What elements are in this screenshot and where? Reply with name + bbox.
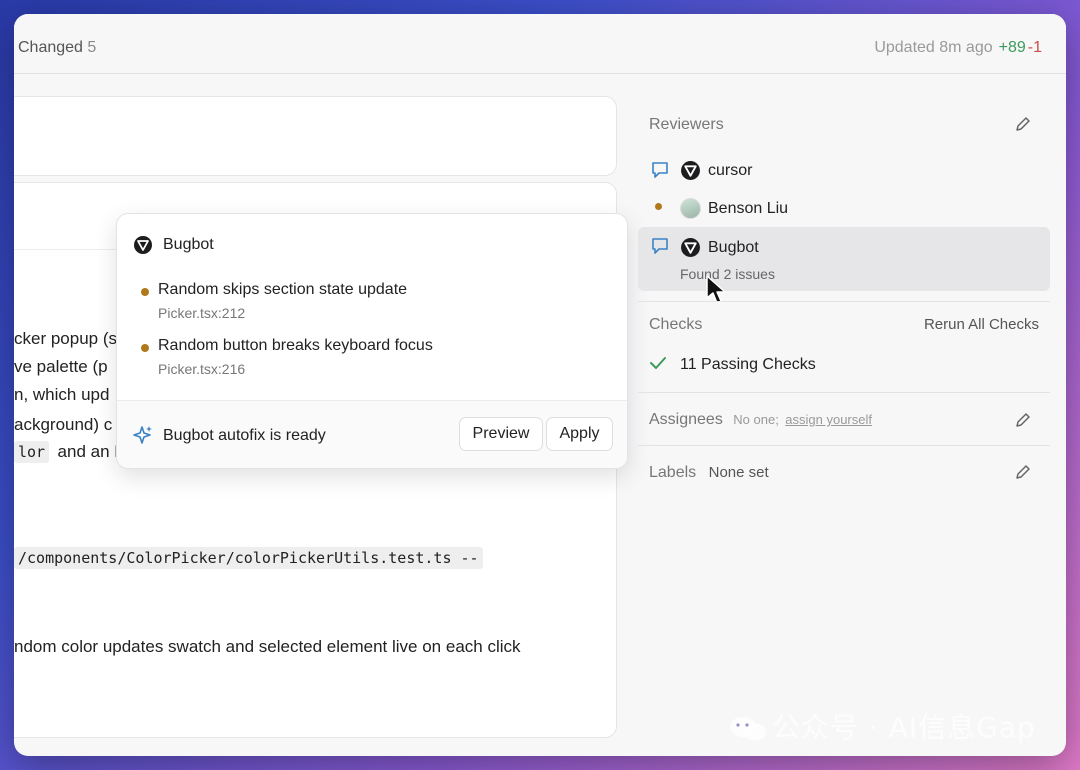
reviewer-row-bugbot[interactable]: Bugbot Found 2 issues <box>638 227 1050 304</box>
reviewers-heading: Reviewers <box>649 116 724 133</box>
checks-status[interactable]: 11 Passing Checks <box>638 346 1050 382</box>
changed-count: 5 <box>87 39 97 56</box>
bugbot-avatar-icon <box>680 237 701 263</box>
app-window: Changed 5 Updated 8m ago +89 -1 cker popup… <box>14 14 1066 756</box>
divider <box>638 445 1050 446</box>
sparkle-icon <box>132 424 154 451</box>
issue-item[interactable]: Random button breaks keyboard focus Pick… <box>141 337 541 381</box>
content-line-2: ve palette (p <box>14 357 108 376</box>
autofix-text: Bugbot autofix is ready <box>163 427 326 444</box>
content-line-1: cker popup (s <box>14 329 117 348</box>
changed-tab[interactable]: Changed 5 <box>18 39 96 57</box>
changed-label: Changed <box>18 39 83 56</box>
update-status: Updated 8m ago +89 -1 <box>874 39 1042 57</box>
assignees-heading: Assignees <box>649 411 723 428</box>
cursor-avatar-icon <box>680 160 701 186</box>
wechat-icon <box>730 717 766 741</box>
pending-dot-icon <box>655 203 662 210</box>
labels-heading: Labels <box>649 464 697 481</box>
passing-checks: 11 Passing Checks <box>680 356 816 373</box>
description-card <box>14 96 617 176</box>
reviewer-status: Found 2 issues <box>680 266 775 282</box>
popup-footer: Bugbot autofix is ready Preview Apply <box>117 400 627 468</box>
divider <box>638 392 1050 393</box>
reviewer-row[interactable]: cursor <box>638 150 1050 190</box>
deletions-count: -1 <box>1027 39 1042 56</box>
rerun-checks-button[interactable]: Rerun All Checks <box>924 316 1039 333</box>
edit-labels-icon[interactable] <box>1014 463 1032 481</box>
edit-assignees-icon[interactable] <box>1014 411 1032 429</box>
reviewer-name: cursor <box>708 162 753 179</box>
preview-button[interactable]: Preview <box>459 417 543 451</box>
issue-file: Picker.tsx:216 <box>158 361 246 377</box>
test-command: /components/ColorPicker/colorPickerUtils… <box>14 547 483 569</box>
assignees-none: No one; <box>733 412 779 427</box>
issue-title: Random button breaks keyboard focus <box>158 337 433 354</box>
inline-code: lor <box>14 441 50 463</box>
assign-yourself-link[interactable]: assign yourself <box>785 412 872 427</box>
updated-text: Updated 8m ago <box>874 39 993 56</box>
comment-icon <box>650 160 670 185</box>
watermark-text: 公众号 · AI信息Gap <box>772 711 1036 744</box>
check-icon <box>649 356 667 375</box>
popup-title: Bugbot <box>163 236 214 253</box>
mouse-cursor-icon <box>705 274 727 311</box>
avatar <box>680 198 701 219</box>
top-bar: Changed 5 Updated 8m ago +89 -1 <box>14 14 1066 74</box>
issue-dot-icon <box>141 288 149 296</box>
issue-title: Random skips section state update <box>158 281 408 298</box>
edit-reviewers-icon[interactable] <box>1014 115 1032 133</box>
content-line-3: n, which upd <box>14 385 110 404</box>
issue-file: Picker.tsx:212 <box>158 305 246 321</box>
bugbot-logo-icon <box>133 235 153 260</box>
checks-heading: Checks <box>649 316 703 333</box>
additions-count: +89 <box>998 39 1026 56</box>
assignees-row: Assignees No one; assign yourself <box>649 411 872 429</box>
reviewer-row[interactable]: Benson Liu <box>638 188 1050 228</box>
content-line-5: lor and an E <box>14 441 126 463</box>
reviewer-name: Benson Liu <box>708 200 789 217</box>
divider <box>638 301 1050 302</box>
labels-value: None set <box>708 464 769 481</box>
reviewer-name: Bugbot <box>708 239 759 256</box>
content-line-4: ackground) c <box>14 415 113 434</box>
watermark: 公众号 · AI信息Gap <box>728 706 1036 746</box>
labels-row: Labels None set <box>649 464 769 482</box>
issue-item[interactable]: Random skips section state update Picker… <box>141 281 541 325</box>
comment-icon <box>650 236 670 261</box>
sidebar: Reviewers cursor Benson Liu Bugbot Found… <box>638 74 1050 754</box>
test-description: ndom color updates swatch and selected e… <box>14 637 521 656</box>
issue-dot-icon <box>141 344 149 352</box>
apply-button[interactable]: Apply <box>546 417 613 451</box>
bugbot-popup: Bugbot Random skips section state update… <box>116 213 628 469</box>
